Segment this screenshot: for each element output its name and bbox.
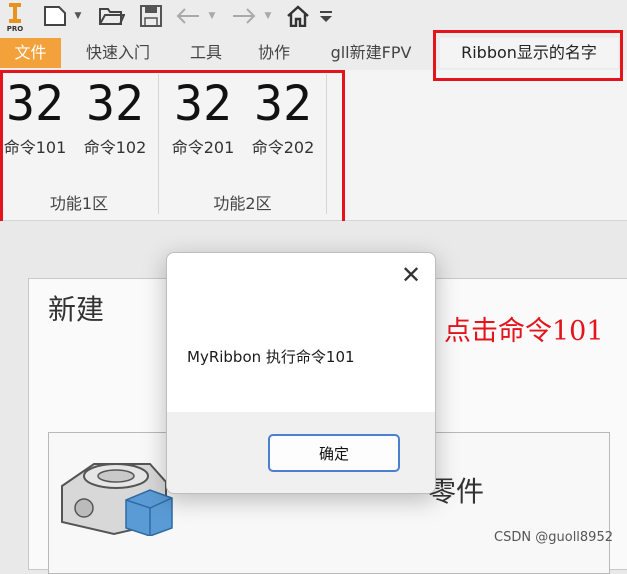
logo-text: PRO xyxy=(6,25,24,33)
undo-icon[interactable] xyxy=(174,4,204,28)
dialog-message: MyRibbon 执行命令101 xyxy=(187,348,355,366)
app-logo-icon[interactable]: PRO xyxy=(4,2,26,34)
new-dropdown-icon[interactable]: ▼ xyxy=(72,4,84,28)
annotation-box-ribbon-tab xyxy=(433,30,623,81)
tab-quick-start[interactable]: 快速入门 xyxy=(72,38,164,68)
ok-button[interactable]: 确定 xyxy=(268,434,400,472)
part-3d-icon xyxy=(54,436,184,540)
tab-gll-new-fpv[interactable]: gll新建FPV xyxy=(316,38,426,68)
save-icon[interactable] xyxy=(138,4,164,28)
new-file-icon[interactable] xyxy=(40,4,70,28)
annotation-text: 点击命令101 xyxy=(444,316,604,347)
annotation-box-ribbon-panel xyxy=(0,70,345,235)
dialog-footer: 确定 xyxy=(167,412,435,493)
redo-dropdown-icon[interactable]: ▼ xyxy=(262,4,274,28)
tab-collaborate[interactable]: 协作 xyxy=(246,38,302,68)
close-icon[interactable]: ✕ xyxy=(399,263,423,287)
tab-tools[interactable]: 工具 xyxy=(178,38,234,68)
new-panel-title: 新建 xyxy=(48,293,105,326)
redo-icon[interactable] xyxy=(228,4,258,28)
home-icon[interactable] xyxy=(284,4,312,28)
undo-dropdown-icon[interactable]: ▼ xyxy=(206,4,218,28)
part-label: 零件 xyxy=(428,475,485,508)
customize-dropdown-icon[interactable] xyxy=(318,4,334,28)
tab-file[interactable]: 文件 xyxy=(0,38,61,68)
watermark: CSDN @guoll8952 xyxy=(494,530,613,545)
open-folder-icon[interactable] xyxy=(98,4,126,28)
message-dialog: ✕ MyRibbon 执行命令101 确定 xyxy=(166,252,436,494)
